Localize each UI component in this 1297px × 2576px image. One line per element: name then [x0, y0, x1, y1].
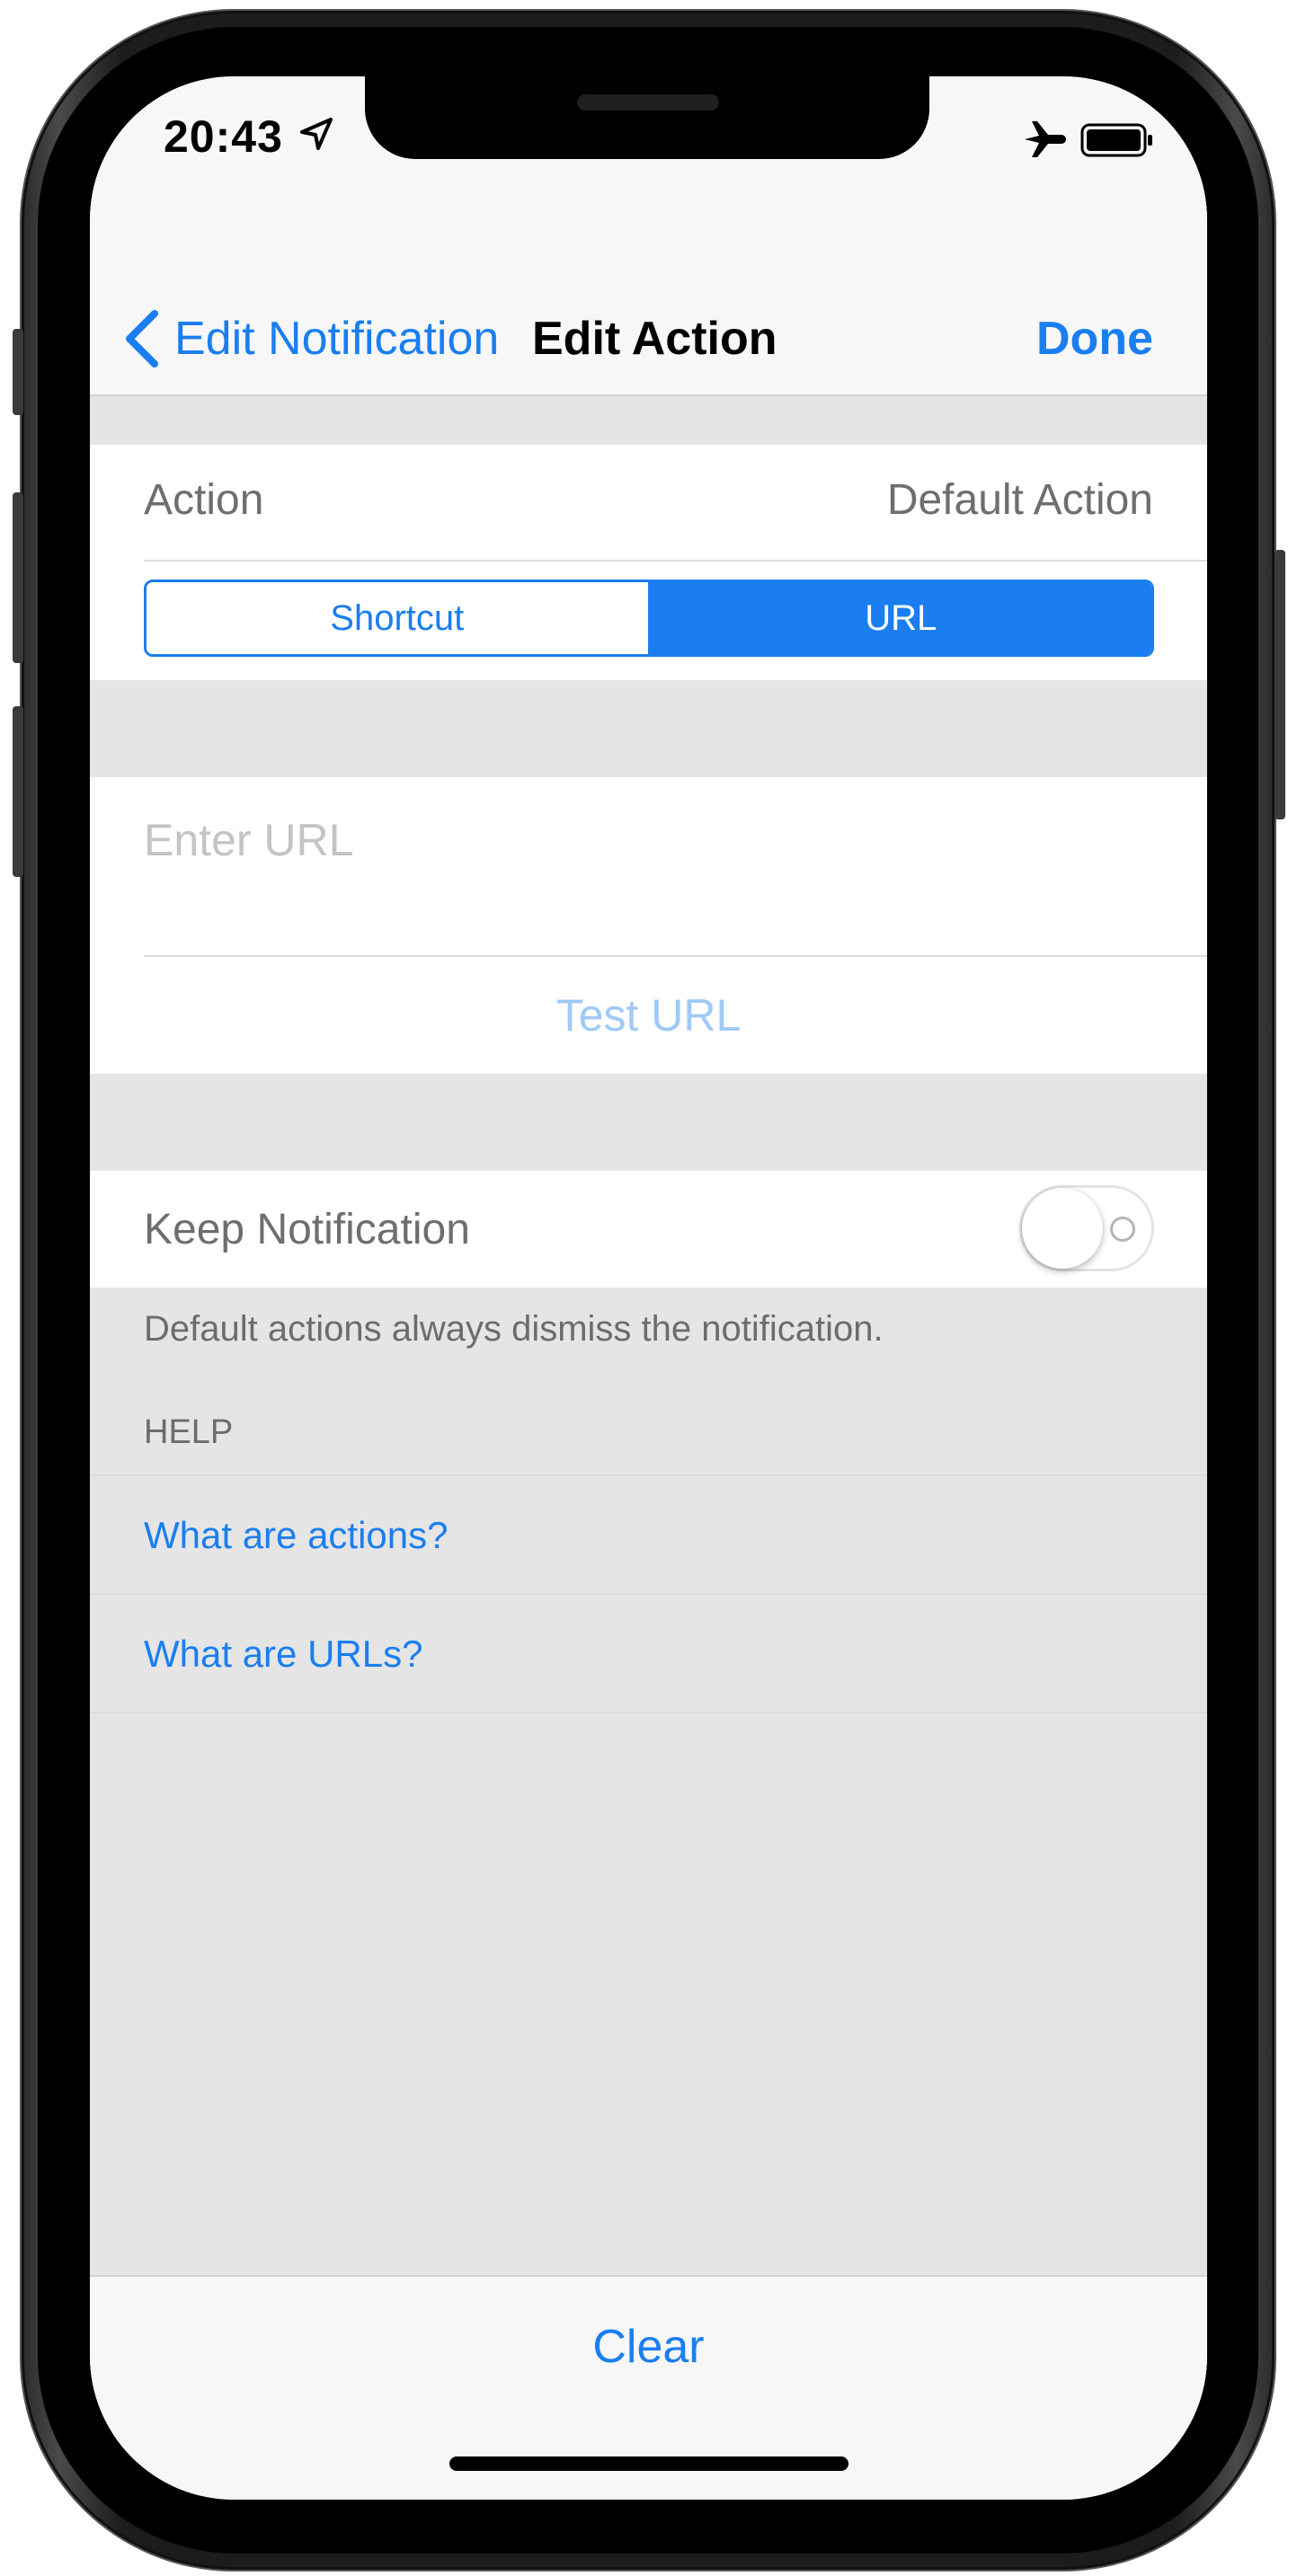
keep-notification-footer: Default actions always dismiss the notif… — [144, 1309, 884, 1349]
divider — [90, 1593, 1207, 1595]
navigation-bar: Edit Notification Edit Action Done — [90, 220, 1207, 396]
test-url-button[interactable]: Test URL — [90, 957, 1207, 1074]
help-link-urls[interactable]: What are URLs? — [144, 1633, 422, 1676]
help-section-header: HELP — [144, 1413, 234, 1451]
clear-button[interactable]: Clear — [90, 2304, 1207, 2390]
notch — [365, 76, 929, 159]
segment-shortcut[interactable]: Shortcut — [147, 582, 651, 654]
screen: 20:43 Edit Notification Edit Action Done… — [90, 76, 1207, 2500]
divider — [90, 1474, 1207, 1476]
action-value[interactable]: Default Action — [887, 475, 1153, 525]
divider — [90, 1712, 1207, 1713]
done-button[interactable]: Done — [1036, 303, 1153, 375]
volume-down-button — [13, 706, 23, 877]
side-power-button — [1275, 550, 1285, 819]
page-title: Edit Action — [532, 313, 777, 365]
battery-icon — [1080, 123, 1152, 157]
location-arrow-icon — [300, 118, 333, 150]
keep-notification-label: Keep Notification — [144, 1206, 470, 1253]
status-time: 20:43 — [164, 111, 283, 162]
volume-up-button — [13, 492, 23, 663]
chevron-left-icon — [126, 310, 158, 367]
help-link-actions[interactable]: What are actions? — [144, 1514, 449, 1557]
action-label: Action — [144, 476, 264, 524]
url-input[interactable] — [144, 795, 1150, 885]
toggle-knob — [1022, 1188, 1103, 1269]
url-group: Test URL — [90, 777, 1207, 1074]
silent-switch — [13, 329, 23, 415]
segment-url[interactable]: URL — [650, 582, 1151, 654]
keep-notification-toggle[interactable] — [1019, 1185, 1154, 1271]
divider — [144, 560, 1207, 562]
back-button-label: Edit Notification — [174, 313, 500, 365]
speaker-grille — [577, 94, 719, 111]
back-button[interactable]: Edit Notification — [122, 303, 499, 375]
action-group: Action Default Action Shortcut URL — [90, 445, 1207, 680]
keep-notification-group: Keep Notification — [90, 1171, 1207, 1288]
airplane-icon — [1025, 121, 1066, 157]
toggle-off-indicator-icon — [1110, 1217, 1135, 1242]
bottom-toolbar: Clear — [90, 2275, 1207, 2500]
home-indicator[interactable] — [449, 2456, 848, 2471]
action-type-segmented-control: Shortcut URL — [144, 580, 1154, 657]
